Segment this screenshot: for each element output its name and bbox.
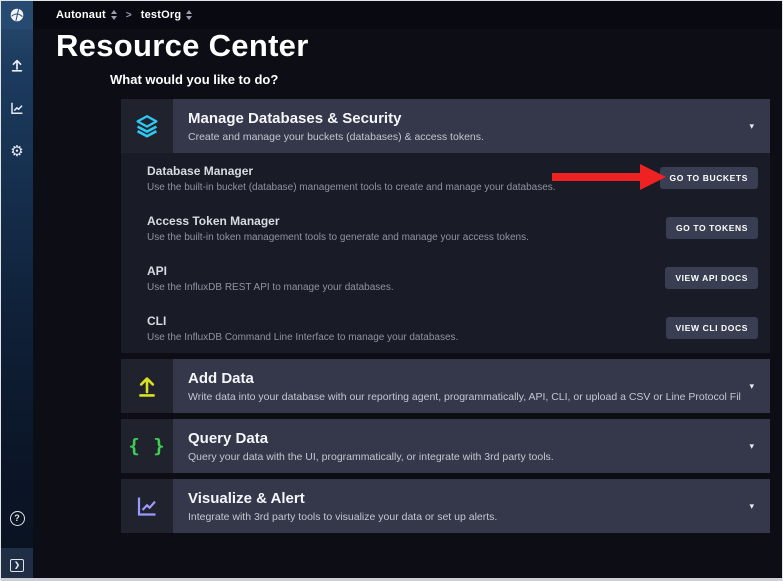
- panel-icon-cell: [121, 359, 173, 413]
- panel-header-band: Manage Databases & Security Create and m…: [173, 99, 770, 153]
- row-text: API Use the InfluxDB REST API to manage …: [147, 264, 394, 293]
- panel-title: Visualize & Alert: [188, 490, 741, 507]
- row-description: Use the InfluxDB Command Line Interface …: [147, 332, 458, 343]
- row-text: Database Manager Use the built-in bucket…: [147, 164, 556, 193]
- go-to-buckets-button[interactable]: GO TO BUCKETS: [660, 167, 758, 189]
- graph-icon: [9, 100, 25, 116]
- chevron-down-icon: ▾: [741, 441, 762, 452]
- view-api-docs-button[interactable]: VIEW API DOCS: [665, 267, 758, 289]
- row-title: Access Token Manager: [147, 214, 529, 228]
- help-icon: ?: [10, 511, 25, 526]
- main-area: Autonaut > testOrg Resource Center What …: [33, 1, 782, 581]
- project-name: testOrg: [141, 9, 182, 21]
- upload-icon: [9, 57, 25, 73]
- panel-query-data-header[interactable]: { } Query Data Query your data with the …: [121, 419, 770, 473]
- panel-description: Create and manage your buckets (database…: [188, 131, 741, 143]
- row-access-token-manager: Access Token Manager Use the built-in to…: [121, 203, 770, 253]
- app-window: ⚙ ? ❯ Autonaut > testOrg Resource Center…: [0, 0, 783, 581]
- panel-visualize-alert-header[interactable]: Visualize & Alert Integrate with 3rd par…: [121, 479, 770, 533]
- page-title: Resource Center: [56, 28, 309, 64]
- panel-header-band: Add Data Write data into your database w…: [173, 359, 770, 413]
- panel-header-band: Query Data Query your data with the UI, …: [173, 419, 770, 473]
- influxdb-logo-icon: [9, 7, 25, 23]
- panel-add-data-header[interactable]: Add Data Write data into your database w…: [121, 359, 770, 413]
- panel-title: Add Data: [188, 370, 741, 387]
- sidebar: ⚙ ? ❯: [1, 1, 33, 581]
- sidebar-item-help[interactable]: ?: [1, 504, 33, 532]
- panel-manage-databases-header[interactable]: Manage Databases & Security Create and m…: [121, 99, 770, 153]
- panel-add-data: Add Data Write data into your database w…: [121, 359, 770, 413]
- project-switcher[interactable]: testOrg: [141, 9, 193, 21]
- chevron-down-icon: ▾: [741, 381, 762, 392]
- panel-description: Query your data with the UI, programmati…: [188, 451, 741, 463]
- panel-visualize-alert: Visualize & Alert Integrate with 3rd par…: [121, 479, 770, 533]
- org-switcher[interactable]: Autonaut: [56, 9, 117, 21]
- panel-icon-cell: [121, 99, 173, 153]
- row-api: API Use the InfluxDB REST API to manage …: [121, 253, 770, 303]
- layers-icon: [133, 112, 161, 140]
- sidebar-item-console[interactable]: ❯: [1, 548, 33, 581]
- row-database-manager: Database Manager Use the built-in bucket…: [121, 153, 770, 203]
- row-text: CLI Use the InfluxDB Command Line Interf…: [147, 314, 458, 343]
- row-text: Access Token Manager Use the built-in to…: [147, 214, 529, 243]
- go-to-tokens-button[interactable]: GO TO TOKENS: [666, 217, 758, 239]
- panel-query-data: { } Query Data Query your data with the …: [121, 419, 770, 473]
- upload-icon: [134, 373, 160, 399]
- row-description: Use the built-in token management tools …: [147, 232, 529, 243]
- sort-caret-icon: [111, 10, 117, 20]
- panel-header-text: Query Data Query your data with the UI, …: [188, 430, 741, 463]
- panel-title: Query Data: [188, 430, 741, 447]
- console-icon: ❯: [10, 559, 24, 572]
- resource-panels: Manage Databases & Security Create and m…: [121, 99, 770, 539]
- gear-icon: ⚙: [10, 144, 23, 159]
- sidebar-item-load-data[interactable]: [1, 51, 33, 79]
- braces-icon: { }: [128, 435, 165, 457]
- row-title: Database Manager: [147, 164, 556, 178]
- panel-description: Integrate with 3rd party tools to visual…: [188, 511, 741, 523]
- chevron-down-icon: ▾: [741, 121, 762, 132]
- row-title: CLI: [147, 314, 458, 328]
- breadcrumb-separator: >: [126, 10, 132, 21]
- panel-header-band: Visualize & Alert Integrate with 3rd par…: [173, 479, 770, 533]
- row-description: Use the built-in bucket (database) manag…: [147, 182, 556, 193]
- panel-title: Manage Databases & Security: [188, 110, 741, 127]
- panel-manage-databases-content: Database Manager Use the built-in bucket…: [121, 153, 770, 353]
- page-subtitle: What would you like to do?: [110, 72, 278, 87]
- panel-header-text: Add Data Write data into your database w…: [188, 370, 741, 403]
- influxdb-logo-button[interactable]: [1, 1, 33, 29]
- row-title: API: [147, 264, 394, 278]
- panel-header-text: Visualize & Alert Integrate with 3rd par…: [188, 490, 741, 523]
- panel-manage-databases: Manage Databases & Security Create and m…: [121, 99, 770, 353]
- row-cli: CLI Use the InfluxDB Command Line Interf…: [121, 303, 770, 353]
- panel-header-text: Manage Databases & Security Create and m…: [188, 110, 741, 143]
- view-cli-docs-button[interactable]: VIEW CLI DOCS: [666, 317, 759, 339]
- chart-icon: [134, 493, 160, 519]
- sidebar-item-data-explorer[interactable]: [1, 94, 33, 122]
- sidebar-item-settings[interactable]: ⚙: [1, 137, 33, 165]
- breadcrumb-bar: Autonaut > testOrg: [33, 1, 782, 29]
- panel-icon-cell: { }: [121, 419, 173, 473]
- row-description: Use the InfluxDB REST API to manage your…: [147, 282, 394, 293]
- panel-icon-cell: [121, 479, 173, 533]
- chevron-down-icon: ▾: [741, 501, 762, 512]
- panel-description: Write data into your database with our r…: [188, 391, 741, 403]
- org-name: Autonaut: [56, 9, 106, 21]
- sort-caret-icon: [186, 10, 192, 20]
